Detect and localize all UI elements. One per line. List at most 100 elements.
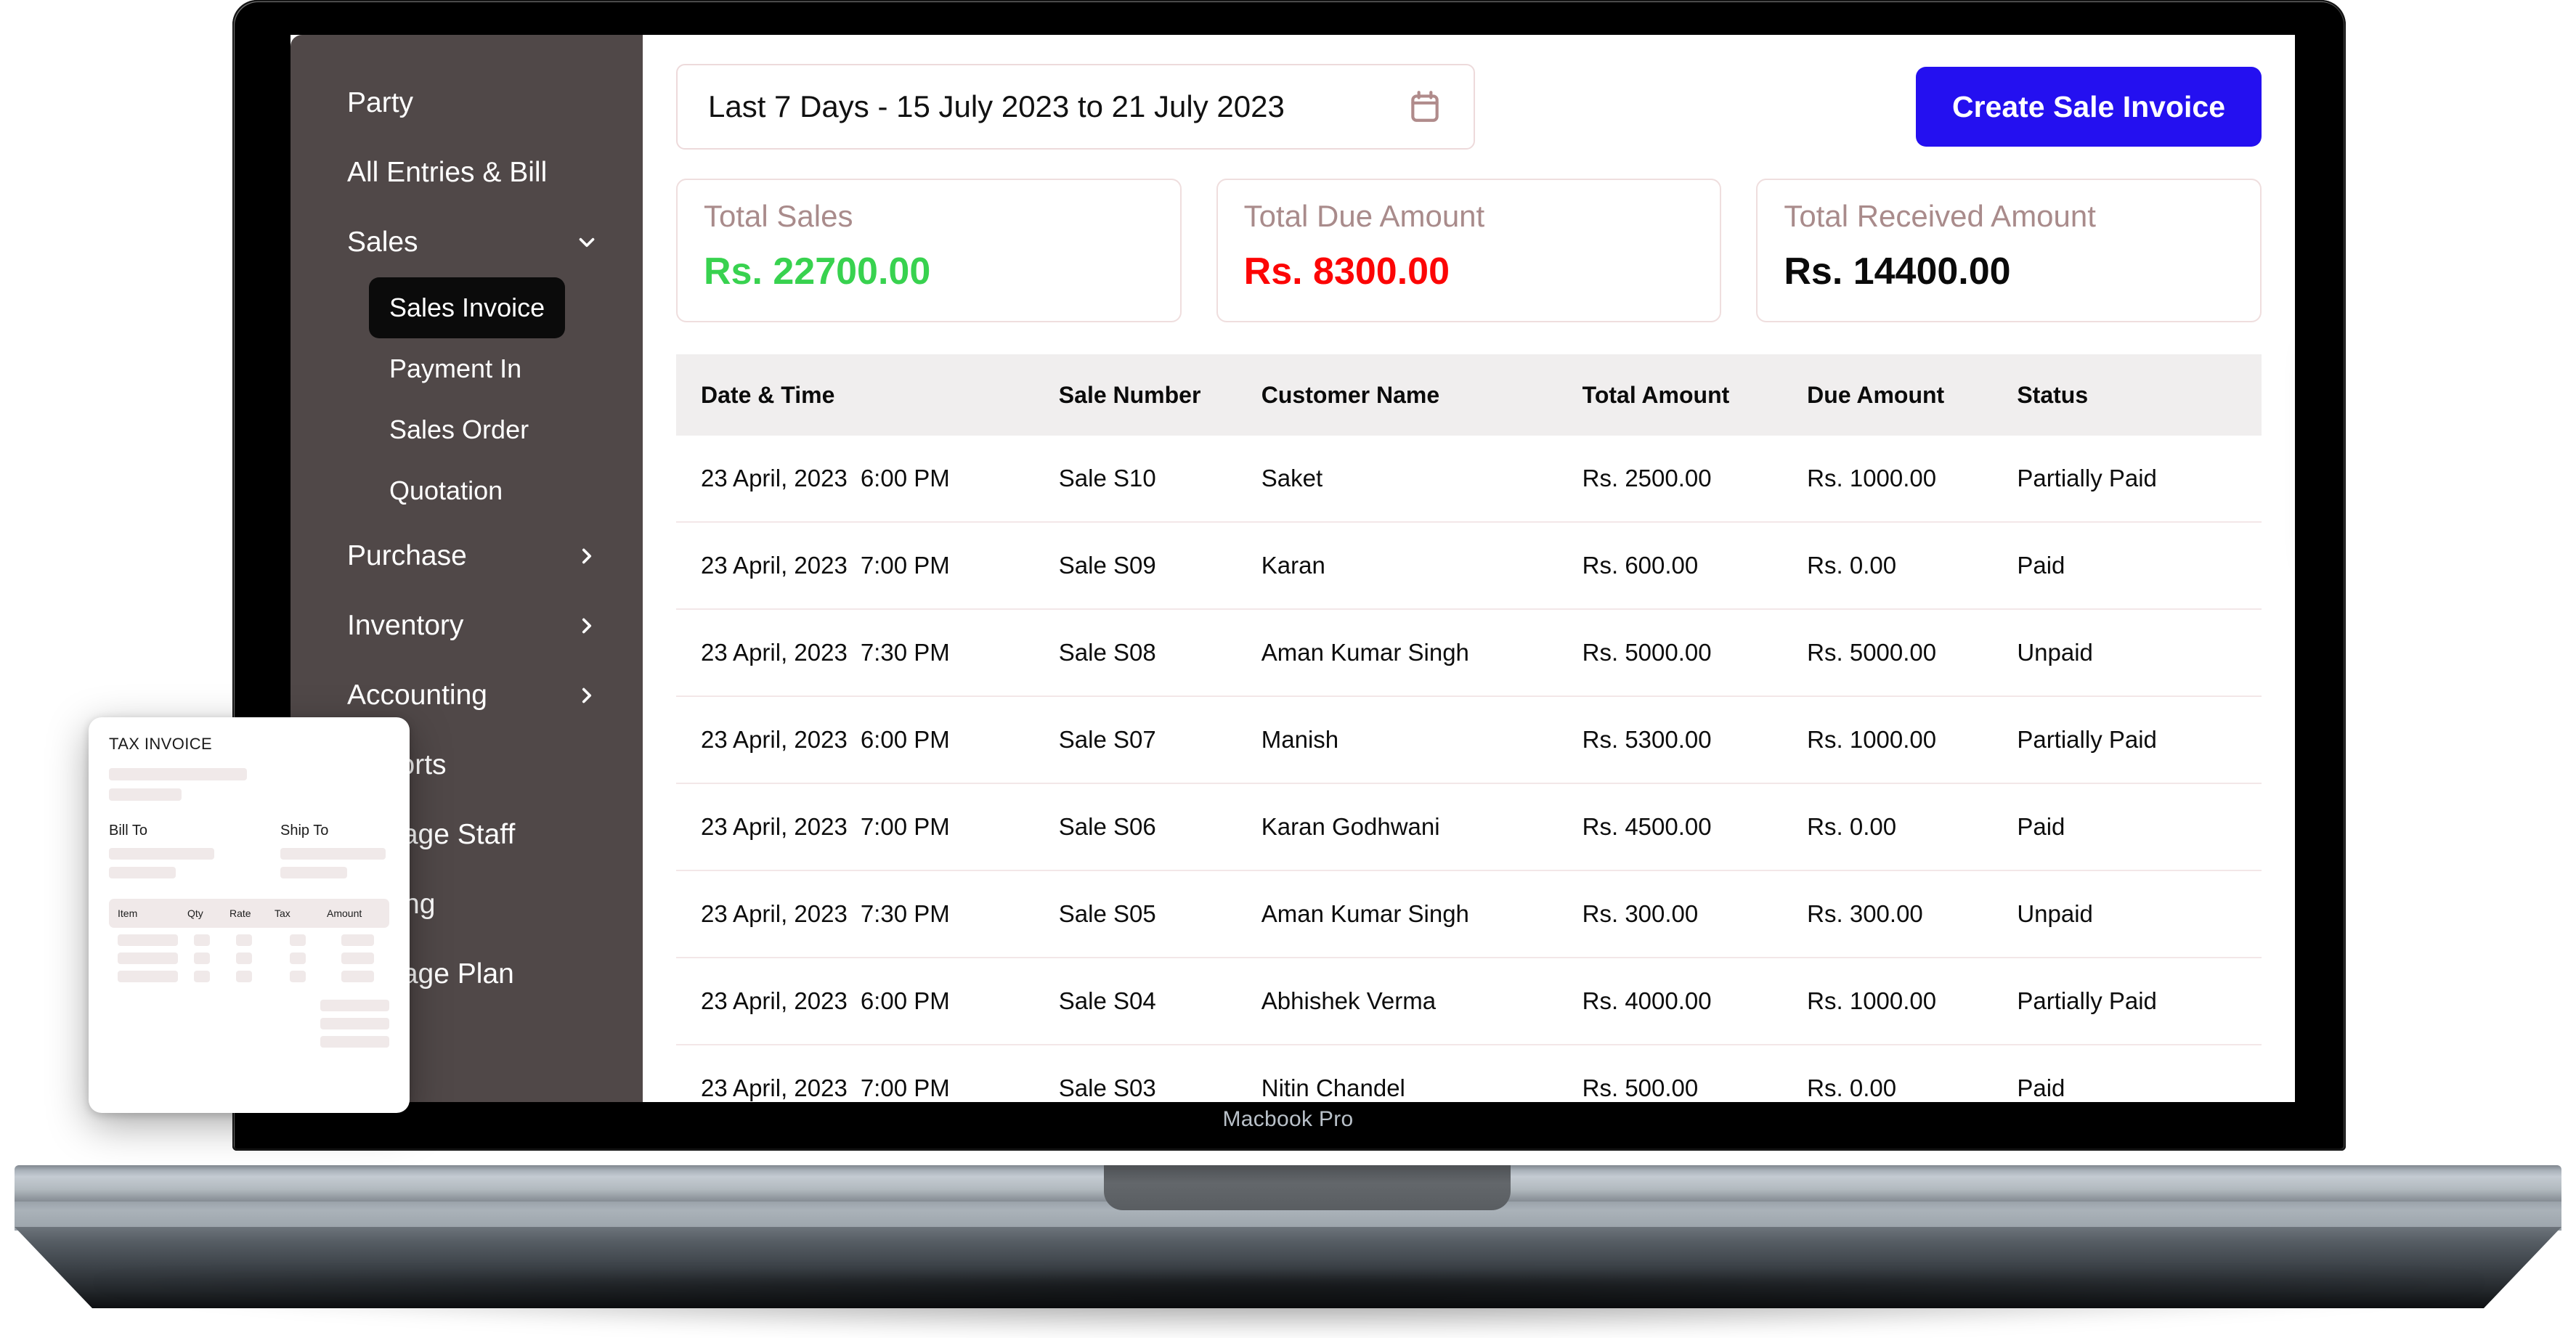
cell-due-amount: Rs. 5000.00	[1782, 609, 1993, 697]
table-row[interactable]: 23 April, 2023 7:00 PM Sale S09 Karan Rs.…	[676, 522, 2262, 610]
invoice-address-row: Bill To Ship To	[109, 823, 389, 878]
cell-time: 7:30 PM	[860, 900, 950, 927]
invoice-ship-to-block: Ship To	[280, 823, 389, 878]
table-header: Date & Time Sale Number Customer Name To…	[676, 354, 2262, 436]
column-header-date-time[interactable]: Date & Time	[676, 354, 1034, 436]
date-range-value: Last 7 Days - 15 July 2023 to 21 July 20…	[708, 89, 1285, 123]
invoice-skeleton-cell	[194, 934, 210, 946]
invoice-skeleton-cell	[194, 971, 210, 982]
table-row[interactable]: 23 April, 2023 7:00 PM Sale S03 Nitin Cha…	[676, 1045, 2262, 1102]
cell-due-amount: Rs. 0.00	[1782, 783, 1993, 871]
cell-time: 7:00 PM	[860, 1074, 950, 1101]
cell-sale-number: Sale S04	[1033, 958, 1237, 1045]
invoice-bill-to-label: Bill To	[109, 823, 147, 839]
sidebar-item-label: Inventory	[347, 610, 464, 641]
invoice-skeleton-cell	[194, 952, 210, 964]
column-header-customer-name[interactable]: Customer Name	[1236, 354, 1558, 436]
laptop-base-notch	[1104, 1165, 1511, 1210]
invoice-skeleton-cell	[290, 934, 306, 946]
laptop-screen: Party All Entries & Bill Sales Sales Inv…	[290, 35, 2295, 1102]
invoice-skeleton-cell	[118, 971, 178, 982]
invoice-skeleton-line	[109, 848, 214, 860]
cell-date-time: 23 April, 2023 6:00 PM	[676, 958, 1034, 1045]
sidebar-item-sales[interactable]: Sales	[290, 208, 643, 277]
main-content: Last 7 Days - 15 July 2023 to 21 July 20…	[643, 35, 2295, 1102]
table-header-row: Date & Time Sale Number Customer Name To…	[676, 354, 2262, 436]
table-row[interactable]: 23 April, 2023 6:00 PM Sale S07 Manish Rs…	[676, 696, 2262, 784]
cell-time: 6:00 PM	[860, 726, 950, 753]
cell-total-amount: Rs. 4500.00	[1557, 783, 1783, 871]
cell-date-time: 23 April, 2023 7:30 PM	[676, 870, 1034, 958]
cell-time: 7:00 PM	[860, 552, 950, 579]
sidebar-item-all-entries-bill[interactable]: All Entries & Bill	[290, 138, 643, 208]
sidebar-item-label: Party	[347, 87, 414, 118]
card-value: Rs. 14400.00	[1784, 250, 2011, 293]
table-row[interactable]: 23 April, 2023 6:00 PM Sale S04 Abhishek …	[676, 958, 2262, 1045]
invoice-column-tax: Tax	[275, 907, 290, 919]
cell-sale-number: Sale S07	[1033, 696, 1237, 784]
cell-date: 23 April, 2023	[701, 900, 848, 927]
sidebar-item-sales-invoice[interactable]: Sales Invoice	[369, 277, 566, 338]
invoice-skeleton-total	[320, 1036, 389, 1048]
cell-due-amount: Rs. 300.00	[1782, 870, 1993, 958]
invoice-skeleton-total	[320, 1018, 389, 1029]
sidebar-subitem-label: Sales Order	[389, 415, 529, 444]
date-range-picker[interactable]: Last 7 Days - 15 July 2023 to 21 July 20…	[676, 64, 1475, 150]
cell-customer-name: Manish	[1236, 696, 1558, 784]
sidebar-item-inventory[interactable]: Inventory	[290, 591, 643, 661]
card-label: Total Received Amount	[1784, 199, 2096, 233]
create-sale-invoice-button[interactable]: Create Sale Invoice	[1915, 67, 2262, 147]
invoice-totals-block	[109, 1000, 389, 1048]
column-header-total-amount[interactable]: Total Amount	[1557, 354, 1783, 436]
laptop-mockup: Party All Entries & Bill Sales Sales Inv…	[0, 0, 2576, 1338]
status-badge: Unpaid	[1992, 870, 2262, 958]
column-header-due-amount[interactable]: Due Amount	[1782, 354, 1993, 436]
card-label: Total Due Amount	[1243, 199, 1485, 233]
cell-due-amount: Rs. 0.00	[1782, 522, 1993, 610]
cell-time: 7:30 PM	[860, 639, 950, 666]
cell-sale-number: Sale S06	[1033, 783, 1237, 871]
table-row[interactable]: 23 April, 2023 7:00 PM Sale S06 Karan God…	[676, 783, 2262, 871]
cell-date-time: 23 April, 2023 7:00 PM	[676, 522, 1034, 610]
invoice-skeleton-cell	[341, 934, 374, 946]
chevron-down-icon	[574, 230, 599, 255]
content-toolbar: Last 7 Days - 15 July 2023 to 21 July 20…	[676, 64, 2262, 150]
invoice-skeleton-line	[280, 867, 347, 878]
invoice-preview-card: TAX INVOICE Bill To Ship To Item Qty Rat…	[89, 717, 410, 1113]
calendar-icon[interactable]	[1407, 88, 1443, 126]
cell-customer-name: Nitin Chandel	[1236, 1045, 1558, 1102]
status-badge: Partially Paid	[1992, 958, 2262, 1045]
cell-due-amount: Rs. 1000.00	[1782, 958, 1993, 1045]
table-row[interactable]: 23 April, 2023 6:00 PM Sale S10 Saket Rs.…	[676, 436, 2262, 523]
cell-date: 23 April, 2023	[701, 987, 848, 1014]
cell-due-amount: Rs. 1000.00	[1782, 696, 1993, 784]
chevron-right-icon	[574, 613, 599, 638]
cell-date: 23 April, 2023	[701, 639, 848, 666]
column-header-sale-number[interactable]: Sale Number	[1033, 354, 1237, 436]
sidebar-item-label: All Entries & Bill	[347, 157, 548, 188]
invoice-skeleton-cell	[341, 952, 374, 964]
column-header-status[interactable]: Status	[1992, 354, 2262, 436]
summary-card-total-sales: Total Sales Rs. 22700.00	[676, 179, 1182, 322]
cell-date: 23 April, 2023	[701, 726, 848, 753]
sidebar-item-payment-in[interactable]: Payment In	[369, 338, 542, 399]
cell-customer-name: Aman Kumar Singh	[1236, 870, 1558, 958]
sidebar-item-sales-order[interactable]: Sales Order	[369, 399, 549, 460]
cell-total-amount: Rs. 600.00	[1557, 522, 1783, 610]
laptop-drop-shadow	[94, 1278, 2484, 1336]
sidebar-submenu-sales: Sales Invoice Payment In Sales Order Quo…	[290, 277, 643, 521]
invoice-skeleton-cell	[236, 971, 252, 982]
invoice-column-rate: Rate	[229, 907, 251, 919]
app-window: Party All Entries & Bill Sales Sales Inv…	[290, 35, 2295, 1102]
cell-date: 23 April, 2023	[701, 813, 848, 840]
sidebar-item-party[interactable]: Party	[290, 68, 643, 138]
invoice-skeleton-cell	[341, 971, 374, 982]
sidebar-item-quotation[interactable]: Quotation	[369, 460, 523, 521]
invoice-skeleton-cell	[118, 952, 178, 964]
summary-card-total-due-amount: Total Due Amount Rs. 8300.00	[1216, 179, 1722, 322]
table-row[interactable]: 23 April, 2023 7:30 PM Sale S08 Aman Kuma…	[676, 609, 2262, 697]
cell-total-amount: Rs. 4000.00	[1557, 958, 1783, 1045]
invoice-skeleton-total	[320, 1000, 389, 1011]
table-row[interactable]: 23 April, 2023 7:30 PM Sale S05 Aman Kuma…	[676, 870, 2262, 958]
sidebar-item-purchase[interactable]: Purchase	[290, 521, 643, 591]
